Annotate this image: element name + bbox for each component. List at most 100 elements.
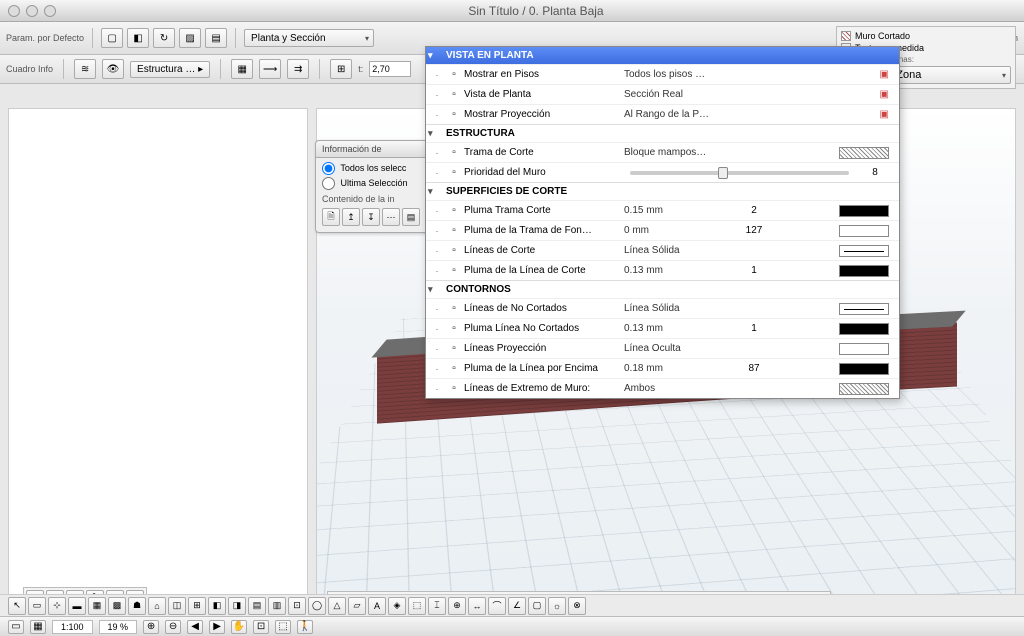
- tool-icon[interactable]: ⊕: [448, 597, 466, 615]
- tool-icon[interactable]: ☼: [548, 597, 566, 615]
- tool-icon[interactable]: ◧: [208, 597, 226, 615]
- minimize-window-icon[interactable]: [26, 5, 38, 17]
- tool-icon[interactable]: ⊗: [568, 597, 586, 615]
- property-row[interactable]: ·▫Vista de PlantaSección Real▣: [426, 84, 899, 104]
- layer-dropdown[interactable]: Estructura … ▸: [130, 61, 210, 78]
- tool-icon[interactable]: ↔: [468, 597, 486, 615]
- row-end-icon[interactable]: ▣: [839, 69, 889, 81]
- zoom-out-icon[interactable]: ⊖: [165, 620, 181, 634]
- property-row[interactable]: ·▫Pluma de la Línea por Encima0.18 mm87: [426, 358, 899, 378]
- property-row[interactable]: ·▫Pluma de la Trama de Fon…0 mm127: [426, 220, 899, 240]
- marquee-tool-icon[interactable]: ▭: [28, 597, 46, 615]
- info-btn-icon[interactable]: ↧: [362, 208, 380, 226]
- t-value-input[interactable]: [369, 61, 411, 77]
- hand-icon[interactable]: ✋: [231, 620, 247, 634]
- tool-icon[interactable]: ▢: [528, 597, 546, 615]
- prop-value: Línea Sólida: [624, 303, 734, 314]
- swatch-icon[interactable]: [839, 265, 889, 277]
- layer-icon[interactable]: ≋: [74, 59, 96, 79]
- property-row[interactable]: ·▫Mostrar en PisosTodos los pisos …▣: [426, 64, 899, 84]
- status-icon[interactable]: ▦: [30, 620, 46, 634]
- tool-icon[interactable]: ▱: [348, 597, 366, 615]
- property-row[interactable]: ·▫Pluma Trama Corte0.15 mm2: [426, 200, 899, 220]
- tool-icon[interactable]: ∠: [508, 597, 526, 615]
- prop-value: Sección Real: [624, 89, 734, 100]
- fit-icon[interactable]: ⊡: [253, 620, 269, 634]
- tool-icon[interactable]: ⊞: [188, 597, 206, 615]
- swatch-icon[interactable]: [839, 363, 889, 375]
- property-row[interactable]: ·▫Líneas de CorteLínea Sólida: [426, 240, 899, 260]
- tool-icon[interactable]: ◧: [127, 28, 149, 48]
- tool-icon[interactable]: ▩: [108, 597, 126, 615]
- status-icon[interactable]: ▭: [8, 620, 24, 634]
- nav-icon[interactable]: ▶: [209, 620, 225, 634]
- tool-icon[interactable]: △: [328, 597, 346, 615]
- tool-icon[interactable]: ⟶: [259, 59, 281, 79]
- property-row[interactable]: ·▫Pluma Línea No Cortados0.13 mm1: [426, 318, 899, 338]
- tool-icon[interactable]: ☗: [128, 597, 146, 615]
- info-btn-icon[interactable]: ↥: [342, 208, 360, 226]
- tool-icon[interactable]: ⌂: [148, 597, 166, 615]
- tool-icon[interactable]: ▦: [231, 59, 253, 79]
- info-btn-icon[interactable]: ⋯: [382, 208, 400, 226]
- swatch-icon[interactable]: [839, 303, 889, 315]
- property-row[interactable]: ·▫Líneas ProyecciónLínea Oculta: [426, 338, 899, 358]
- tool-icon[interactable]: ⌶: [428, 597, 446, 615]
- property-row[interactable]: ·▫Pluma de la Línea de Corte0.13 mm1: [426, 260, 899, 280]
- tool-icon[interactable]: ◫: [168, 597, 186, 615]
- close-window-icon[interactable]: [8, 5, 20, 17]
- scale-display[interactable]: 1:100: [52, 620, 93, 634]
- property-row[interactable]: ·▫Prioridad del Muro8: [426, 162, 899, 182]
- zoom-display[interactable]: 19 %: [99, 620, 138, 634]
- swatch-icon[interactable]: [839, 323, 889, 335]
- prop-section-header[interactable]: ▾ VISTA EN PLANTA: [426, 47, 899, 64]
- tool-icon[interactable]: ▦: [88, 597, 106, 615]
- zoom-in-icon[interactable]: ⊕: [143, 620, 159, 634]
- tool-icon[interactable]: ▨: [179, 28, 201, 48]
- tool-icon[interactable]: ◨: [228, 597, 246, 615]
- property-row[interactable]: ·▫Líneas de Extremo de Muro:Ambos: [426, 378, 899, 398]
- property-row[interactable]: ·▫Mostrar ProyecciónAl Rango de la P…▣: [426, 104, 899, 124]
- tool-icon[interactable]: ⇉: [287, 59, 309, 79]
- tool-icon[interactable]: ⊹: [48, 597, 66, 615]
- arrow-tool-icon[interactable]: ↖: [8, 597, 26, 615]
- swatch-icon[interactable]: [839, 225, 889, 237]
- tool-icon[interactable]: ⬚: [408, 597, 426, 615]
- section-dropdown[interactable]: Planta y Sección: [244, 29, 374, 47]
- property-row[interactable]: ·▫Trama de CorteBloque mampos…: [426, 142, 899, 162]
- wall-tool-icon[interactable]: ▬: [68, 597, 86, 615]
- nav-icon[interactable]: ◀: [187, 620, 203, 634]
- property-row[interactable]: ·▫Líneas de No CortadosLínea Sólida: [426, 298, 899, 318]
- tool-icon[interactable]: ◈: [388, 597, 406, 615]
- tool-icon[interactable]: ↻: [153, 28, 175, 48]
- tool-icon[interactable]: A: [368, 597, 386, 615]
- eye-icon[interactable]: 👁: [102, 59, 124, 79]
- prop-section-header[interactable]: ▾CONTORNOS: [426, 280, 899, 298]
- tool-icon[interactable]: ⌒: [488, 597, 506, 615]
- zoom-window-icon[interactable]: [44, 5, 56, 17]
- tool-icon[interactable]: ⊡: [288, 597, 306, 615]
- tool-icon[interactable]: ▤: [205, 28, 227, 48]
- row-end-icon[interactable]: ▣: [839, 89, 889, 101]
- swatch-icon[interactable]: [839, 343, 889, 355]
- tool-icon[interactable]: ▥: [268, 597, 286, 615]
- info-btn-icon[interactable]: ▤: [402, 208, 420, 226]
- plan-view-pane[interactable]: ◉ ◈ ☗ 🚶 ▦ ◧: [8, 108, 308, 622]
- prop-label: Mostrar Proyección: [464, 109, 624, 120]
- row-end-icon[interactable]: ▣: [839, 109, 889, 121]
- tool-icon[interactable]: ◯: [308, 597, 326, 615]
- tool-icon[interactable]: ▤: [248, 597, 266, 615]
- status-bar: ▭ ▦ 1:100 19 % ⊕ ⊖ ◀ ▶ ✋ ⊡ ⬚ 🚶: [0, 616, 1024, 636]
- prop-section-header[interactable]: ▾SUPERFICIES DE CORTE: [426, 182, 899, 200]
- swatch-icon[interactable]: [839, 147, 889, 159]
- tool-icon[interactable]: ⊞: [330, 59, 352, 79]
- tool-icon[interactable]: ▢: [101, 28, 123, 48]
- priority-slider[interactable]: [630, 171, 849, 175]
- info-btn-icon[interactable]: 🗎: [322, 208, 340, 226]
- status-icon[interactable]: 🚶: [297, 620, 313, 634]
- prop-section-header[interactable]: ▾ESTRUCTURA: [426, 124, 899, 142]
- status-icon[interactable]: ⬚: [275, 620, 291, 634]
- swatch-icon[interactable]: [839, 245, 889, 257]
- swatch-icon[interactable]: [839, 383, 889, 395]
- swatch-icon[interactable]: [839, 205, 889, 217]
